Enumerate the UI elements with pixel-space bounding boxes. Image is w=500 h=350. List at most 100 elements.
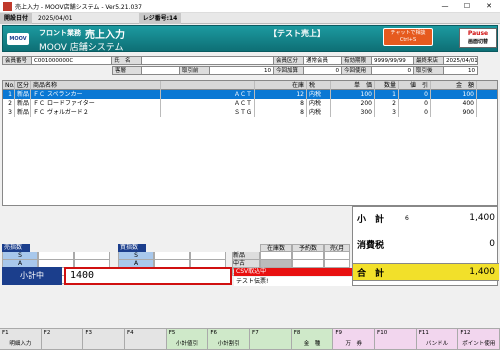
customer-row-2: 客層 取引前 10 今回加算 0 今回使用 0 取引後 10 xyxy=(2,66,478,75)
expiry-value: 9999/99/99 xyxy=(372,56,414,65)
subtotal-qty: 6 xyxy=(405,214,409,222)
f7-key[interactable]: F7 xyxy=(250,328,292,350)
sales-index-row-s: S xyxy=(2,252,38,260)
f4-key[interactable]: F4 xyxy=(125,328,167,350)
total-label: 合 計 xyxy=(357,268,385,279)
pause-label: Pause xyxy=(467,30,489,37)
col-header-discount: 値 引 xyxy=(399,81,431,90)
row-name: スペランカー xyxy=(46,91,83,98)
f1-key[interactable]: F1 明細入力 xyxy=(0,328,42,350)
class-value: 通常会員 xyxy=(304,56,342,65)
f2-key[interactable]: F2 xyxy=(41,328,84,350)
app-icon xyxy=(3,1,12,11)
row-discount: 0 xyxy=(399,99,431,108)
title-bar: 売上入力 - MOOV店舗システム - Ver5.21.037 — ☐ ✕ xyxy=(0,0,500,13)
f11-number: F11 xyxy=(418,330,429,336)
category-field[interactable] xyxy=(142,66,180,75)
f8-number: F8 xyxy=(293,330,301,336)
col-header-code xyxy=(161,81,255,90)
row-discount: 0 xyxy=(399,90,431,99)
subtotal-input[interactable]: 1400 xyxy=(64,267,232,285)
row-kind: 新品 xyxy=(17,99,31,108)
date-value: 2025/04/01 xyxy=(38,14,73,22)
f3-key[interactable]: F3 xyxy=(83,328,126,350)
col-header-no: No. xyxy=(5,81,15,90)
sales-index-title: 売指数 xyxy=(2,244,30,252)
close-button[interactable]: ✕ xyxy=(478,0,500,13)
row-code: ＡＣＴ xyxy=(161,99,255,108)
chat-consult-button[interactable]: チャットで相談 Ctrl+S xyxy=(383,28,433,46)
f12-label: ポイント使用 xyxy=(462,341,496,347)
row-tax: 内税 xyxy=(307,90,331,99)
register-label: レジ番号:14 xyxy=(138,12,182,24)
stock-header-reserved: 予約数 xyxy=(292,244,324,252)
table-row[interactable]: 3 新品 ＦＣ ヴォルガード２ ＳＴＧ 8 内税 300 3 0 900 xyxy=(3,108,497,117)
row-discount: 0 xyxy=(399,108,431,117)
pause-sub-label: 画面切替 xyxy=(467,39,488,45)
row-tax: 内税 xyxy=(307,99,331,108)
subtotal-row: 小 計 6 1,400 xyxy=(353,209,499,227)
total-row: 合 計 1,400 xyxy=(353,263,499,281)
last-visit-value: 2025/04/01 xyxy=(444,56,478,65)
row-tax: 内税 xyxy=(307,108,331,117)
table-row[interactable]: 2 新品 ＦＣ ロードファイター ＡＣＴ 8 内税 200 2 0 400 xyxy=(3,99,497,108)
row-code: ＳＴＧ xyxy=(161,108,255,117)
test-sale-label: 【テスト売上】 xyxy=(269,29,325,38)
subtotal-mode-label: 小計中 xyxy=(2,267,62,285)
row-code: ＡＣＴ xyxy=(161,90,255,99)
row-type: ＦＣ xyxy=(33,100,46,107)
row-price: 300 xyxy=(331,108,375,117)
f10-number: F10 xyxy=(377,330,388,336)
window-title: 売上入力 - MOOV店舗システム - Ver5.21.037 xyxy=(15,3,142,11)
f9-key[interactable]: F9 万 券 xyxy=(333,328,376,350)
minimize-button[interactable]: — xyxy=(434,0,456,13)
f6-number: F6 xyxy=(210,330,218,336)
row-qty: 1 xyxy=(375,90,399,99)
subtotal-label: 小 計 xyxy=(357,214,385,225)
test-slip-status: テスト伝票! xyxy=(234,277,352,286)
add-points-value: 0 xyxy=(304,66,342,75)
row-stock: 12 xyxy=(255,90,307,99)
f8-key[interactable]: F8 金 種 xyxy=(291,328,334,350)
f5-key[interactable]: F5 小計値引 xyxy=(166,328,209,350)
name-field[interactable] xyxy=(142,56,274,65)
row-kind: 新品 xyxy=(17,90,31,99)
table-row[interactable]: 1 新品 ＦＣ スペランカー ＡＣＴ 12 内税 100 1 0 100 xyxy=(3,90,497,99)
member-no-field[interactable]: C001000000C xyxy=(32,56,112,65)
stock-row-used: 中古 xyxy=(232,260,260,268)
date-label: 開設日付 xyxy=(0,12,33,24)
maximize-button[interactable]: ☐ xyxy=(456,0,478,13)
col-header-kind: 区分 xyxy=(17,81,31,90)
info-bar: 開設日付 2025/04/01 レジ番号:14 xyxy=(0,12,500,24)
f10-key[interactable]: F10 xyxy=(375,328,417,350)
row-amount: 100 xyxy=(431,90,477,99)
col-header-price: 単 価 xyxy=(331,81,375,90)
f11-key[interactable]: F11 バンドル xyxy=(416,328,459,350)
row-price: 100 xyxy=(331,90,375,99)
f12-key[interactable]: F12 ポイント使用 xyxy=(458,328,500,350)
expiry-label: 有効期限 xyxy=(342,56,372,65)
page-title: 売上入力 xyxy=(85,30,125,41)
buy-index-title: 買指数 xyxy=(118,244,146,252)
class-label: 会員区分 xyxy=(274,56,304,65)
f1-number: F1 xyxy=(2,330,9,336)
f4-number: F4 xyxy=(127,330,134,336)
tax-row: 消費税 0 xyxy=(353,235,499,253)
row-kind: 新品 xyxy=(17,108,31,117)
last-visit-label: 最終来店 xyxy=(414,56,444,65)
pause-button[interactable]: Pause 画面切替 xyxy=(459,28,497,48)
moov-logo: MOOV xyxy=(7,33,29,45)
f6-key[interactable]: F6 小計割引 xyxy=(208,328,251,350)
tax-value: 0 xyxy=(489,239,495,249)
f8-label: 金 種 xyxy=(303,341,321,347)
total-value: 1,400 xyxy=(469,267,495,277)
col-header-stock: 在庫 xyxy=(255,81,307,90)
row-item-name: ＦＣ スペランカー xyxy=(31,90,161,99)
row-item-name: ＦＣ ヴォルガード２ xyxy=(31,108,161,117)
buy-index-row-s: S xyxy=(118,252,154,260)
f7-number: F7 xyxy=(252,330,259,336)
category-label: 客層 xyxy=(112,66,142,75)
chat-button-shortcut: Ctrl+S xyxy=(399,37,417,43)
stock-header-stock: 在庫数 xyxy=(260,244,292,252)
prev-points-label: 取引前 xyxy=(180,66,210,75)
